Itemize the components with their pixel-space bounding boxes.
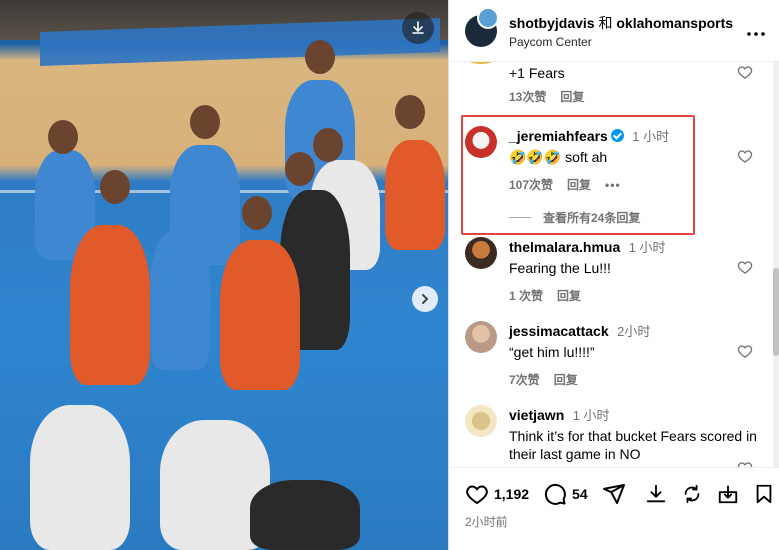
like-count[interactable]: 107次赞 [509, 176, 553, 193]
like-button[interactable]: 1,192 [465, 482, 529, 506]
reply-button[interactable]: 回复 [554, 371, 578, 388]
reply-button[interactable]: 回复 [557, 287, 581, 304]
heart-icon[interactable] [737, 148, 753, 164]
share-icon [602, 484, 625, 504]
like-total[interactable]: 1,192 [494, 486, 529, 502]
comment-header: _jeremiahfears 1 小时 [509, 126, 759, 146]
post-header: shotbyjdavis 和 oklahomansports Paycom Ce… [449, 0, 779, 62]
player-head [190, 105, 220, 139]
commenter-avatar[interactable] [465, 126, 497, 158]
comment-text: 🤣🤣🤣 soft ah [509, 149, 608, 165]
commenter-username[interactable]: _jeremiahfears [509, 128, 608, 144]
action-bar: 1,192 54 2小时前 [449, 467, 779, 550]
comment-text: Fearing the Lu!!! [509, 260, 611, 276]
repost-icon[interactable] [681, 483, 703, 505]
player-figure [150, 230, 210, 370]
player-head [305, 40, 335, 74]
comments-panel: shotbyjdavis 和 oklahomansports Paycom Ce… [448, 0, 779, 550]
comment-body: +1 Fears 13次赞 回复 [509, 62, 759, 105]
comment-text: +1 Fears [509, 65, 565, 81]
commenter-username[interactable]: jessimacattack [509, 323, 609, 339]
like-count[interactable]: 13次赞 [509, 88, 546, 105]
action-row: 1,192 54 [465, 482, 771, 506]
comment-text: Think it’s for that bucket Fears scored … [509, 428, 757, 462]
comment-total: 54 [572, 486, 588, 502]
comment-header: thelmalara.hmua 1 小时 [509, 237, 759, 257]
scrollbar-thumb[interactable] [773, 268, 779, 356]
comment-icon [544, 483, 566, 505]
comment-body: thelmalara.hmua 1 小时 Fearing the Lu!!! 1… [509, 237, 759, 304]
post-photo[interactable] [0, 0, 448, 550]
comment-text: “get him lu!!!!” [509, 344, 595, 360]
gift-icon[interactable] [717, 483, 739, 505]
comment-meta: 13次赞 回复 [509, 88, 759, 105]
comment-body: vietjawn 1 小时 Think it’s for that bucket… [509, 405, 759, 463]
verified-badge-icon [610, 129, 624, 142]
commenter-username[interactable]: thelmalara.hmua [509, 239, 620, 255]
scrollbar-track[interactable] [773, 62, 779, 467]
commenter-avatar[interactable] [465, 405, 497, 437]
commenter-avatar[interactable] [465, 62, 497, 64]
author-link[interactable]: shotbyjdavis [509, 15, 595, 31]
heart-icon[interactable] [737, 64, 753, 80]
player-head [242, 196, 272, 230]
comment-meta: 7次赞 回复 [509, 371, 759, 388]
player-head [48, 120, 78, 154]
comment-list: +1 Fears 13次赞 回复 _jeremiahfears 1 小时 🤣🤣🤣… [449, 62, 779, 467]
commenter-avatar[interactable] [465, 321, 497, 353]
heart-icon[interactable] [737, 460, 753, 467]
post-author-info: shotbyjdavis 和 oklahomansports Paycom Ce… [509, 13, 747, 49]
official-head [313, 128, 343, 162]
save-icon[interactable] [645, 483, 667, 505]
comment-body: jessimacattack 2小时 “get him lu!!!!” 7次赞 … [509, 321, 759, 388]
comment-meta: 107次赞 回复 ••• [509, 176, 759, 193]
person-figure [30, 405, 130, 550]
author-avatar[interactable] [465, 6, 499, 47]
comment-meta: 1 次赞 回复 [509, 287, 759, 304]
comment-button[interactable]: 54 [543, 482, 588, 506]
comment-more-button[interactable]: ••• [605, 178, 621, 192]
bookmark-icon[interactable] [753, 483, 775, 505]
like-count[interactable]: 7次赞 [509, 371, 540, 388]
person-figure [250, 480, 360, 550]
heart-icon [466, 485, 488, 505]
comment-time: 1 小时 [628, 240, 666, 255]
download-icon [412, 21, 424, 34]
comment-time: 1 小时 [632, 129, 670, 144]
player-figure [70, 225, 150, 385]
view-replies-button[interactable]: 查看所有24条回复 [509, 209, 759, 226]
player-head [395, 95, 425, 129]
like-count[interactable]: 1 次赞 [509, 287, 543, 304]
reply-button[interactable]: 回复 [560, 88, 584, 105]
player-figure [220, 240, 300, 390]
comment-header: jessimacattack 2小时 [509, 321, 759, 341]
heart-icon[interactable] [737, 343, 753, 359]
location-link[interactable]: Paycom Center [509, 35, 747, 49]
author-connector: 和 [598, 14, 613, 31]
commenter-avatar[interactable] [465, 237, 497, 269]
comment-time: 1 小时 [572, 408, 610, 423]
share-button[interactable] [602, 482, 631, 506]
coauthor-avatar[interactable] [477, 6, 499, 29]
more-icon [747, 32, 765, 36]
commenter-username[interactable]: vietjawn [509, 407, 564, 423]
player-figure [385, 140, 445, 250]
post-viewer: shotbyjdavis 和 oklahomansports Paycom Ce… [0, 0, 779, 550]
comment-header: vietjawn 1 小时 [509, 405, 759, 425]
author-line: shotbyjdavis 和 oklahomansports [509, 13, 747, 33]
chevron-right-icon [422, 294, 429, 304]
comment-body: _jeremiahfears 1 小时 🤣🤣🤣 soft ah 107次赞 回复… [509, 126, 759, 226]
player-head [100, 170, 130, 204]
referee-head [285, 152, 315, 186]
heart-icon[interactable] [737, 259, 753, 275]
reply-button[interactable]: 回复 [567, 176, 591, 193]
coauthor-link[interactable]: oklahomansports [616, 15, 733, 31]
next-photo-button[interactable] [412, 286, 438, 312]
more-options-button[interactable] [747, 20, 765, 41]
action-right-group [645, 483, 775, 505]
post-timestamp: 2小时前 [465, 515, 508, 529]
comment-time: 2小时 [617, 324, 651, 339]
download-button[interactable] [402, 12, 434, 44]
